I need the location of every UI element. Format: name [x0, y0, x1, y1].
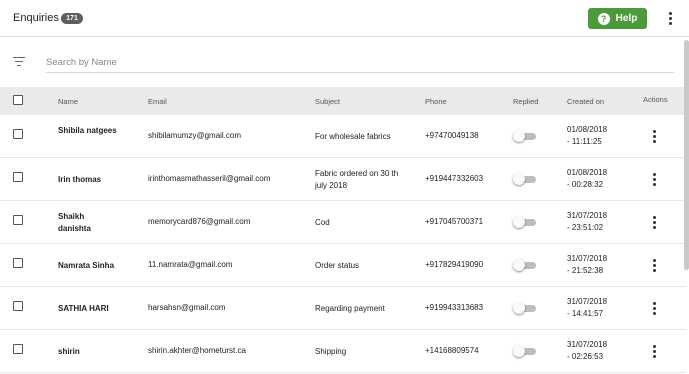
column-header-replied[interactable]: Replied: [513, 97, 538, 106]
row-checkbox[interactable]: [13, 215, 23, 225]
row-email: memorycard876@gmail.com: [148, 217, 251, 226]
select-all-checkbox[interactable]: [13, 95, 23, 105]
row-actions-icon[interactable]: [653, 130, 656, 143]
row-created-date: 31/07/2018: [567, 254, 608, 263]
row-email: shibilamumzy@gmail.com: [148, 131, 242, 140]
row-actions-icon[interactable]: [653, 302, 656, 315]
row-email: harsahsn@gmail.com: [148, 303, 226, 312]
more-options-icon[interactable]: [669, 12, 672, 25]
row-created-time: - 14:41:57: [567, 309, 604, 318]
row-name: Irin thomas: [58, 175, 102, 184]
row-created-time: - 02:26:53: [567, 352, 604, 361]
row-created-time: - 23:51:02: [567, 223, 604, 232]
replied-toggle[interactable]: [513, 130, 536, 142]
table-row[interactable]: Namrata Sinha 11.namrata@gmail.com Order s…: [0, 244, 686, 287]
row-phone: +97470049138: [425, 131, 479, 140]
question-icon: ?: [597, 12, 610, 25]
column-header-created[interactable]: Created on: [567, 97, 604, 106]
row-actions-icon[interactable]: [653, 345, 656, 358]
row-phone: +919943313683: [425, 303, 484, 312]
row-subject: Order status: [315, 261, 360, 270]
search-input[interactable]: [46, 53, 674, 73]
help-button-label: Help: [615, 13, 638, 24]
row-actions-icon[interactable]: [653, 173, 656, 186]
row-created-date: 01/08/2018: [567, 125, 608, 134]
row-created-date: 01/08/2018: [567, 168, 608, 177]
replied-toggle[interactable]: [513, 259, 536, 271]
row-checkbox[interactable]: [13, 258, 23, 268]
replied-toggle[interactable]: [513, 216, 536, 228]
row-phone: +14168809574: [425, 346, 479, 355]
row-subject: Fabric ordered on 30 th july 2018: [315, 169, 399, 190]
page-header: Enquiries 171 ? Help: [0, 0, 689, 37]
enquiry-count-badge: 171: [61, 13, 83, 24]
table-row[interactable]: Shaikh danishta memorycard876@gmail.com Co…: [0, 201, 686, 244]
table-row[interactable]: shirin shirin.akhter@hometurst.ca Shipping…: [0, 330, 686, 373]
row-created-date: 31/07/2018: [567, 211, 608, 220]
replied-toggle[interactable]: [513, 173, 536, 185]
help-button[interactable]: ? Help: [588, 8, 647, 29]
row-actions-icon[interactable]: [653, 259, 656, 272]
page-title: Enquiries: [13, 12, 59, 24]
row-actions-icon[interactable]: [653, 216, 656, 229]
column-header-name[interactable]: Name: [58, 97, 78, 106]
column-header-actions: Actions: [643, 95, 668, 104]
column-header-phone[interactable]: Phone: [425, 97, 447, 106]
row-phone: +919447332603: [425, 174, 484, 183]
row-subject: Shipping: [315, 347, 347, 356]
table-header: Name Email Subject Phone Replied Created…: [0, 87, 686, 115]
row-subject: For wholesale fabrics: [315, 132, 391, 141]
column-header-subject[interactable]: Subject: [315, 97, 340, 106]
row-created-date: 31/07/2018: [567, 297, 608, 306]
search-bar: [0, 37, 689, 87]
column-header-email[interactable]: Email: [148, 97, 167, 106]
scrollbar[interactable]: [684, 40, 689, 270]
row-email: 11.namrata@gmail.com: [148, 260, 233, 269]
row-name: Shaikh danishta: [58, 212, 91, 233]
row-subject: Regarding payment: [315, 304, 385, 313]
row-created-date: 31/07/2018: [567, 340, 608, 349]
row-created-time: - 11:11:25: [567, 137, 602, 146]
row-checkbox[interactable]: [13, 129, 23, 139]
row-phone: +917045700371: [425, 217, 484, 226]
table-row[interactable]: Irin thomas irinthomasmathasseril@gmail.c…: [0, 158, 686, 201]
row-name: Namrata Sinha: [58, 261, 115, 270]
row-checkbox[interactable]: [13, 344, 23, 354]
row-phone: +917829419090: [425, 260, 484, 269]
filter-icon[interactable]: [13, 57, 25, 67]
row-checkbox[interactable]: [13, 301, 23, 311]
row-name: Shibila natgees: [58, 126, 117, 135]
row-created-time: - 00:28:32: [567, 180, 604, 189]
replied-toggle[interactable]: [513, 345, 536, 357]
row-name: shirin: [58, 347, 80, 356]
row-created-time: - 21:52:38: [567, 266, 604, 275]
table-row[interactable]: Shibila natgees shibilamumzy@gmail.com For…: [0, 115, 686, 158]
replied-toggle[interactable]: [513, 302, 536, 314]
row-name: SATHIA HARI: [58, 304, 109, 313]
row-subject: Cod: [315, 218, 330, 227]
table-row[interactable]: SATHIA HARI harsahsn@gmail.com Regarding p…: [0, 287, 686, 330]
row-email: shirin.akhter@hometurst.ca: [148, 346, 246, 355]
row-email: irinthomasmathasseril@gmail.com: [148, 174, 271, 183]
row-checkbox[interactable]: [13, 172, 23, 182]
